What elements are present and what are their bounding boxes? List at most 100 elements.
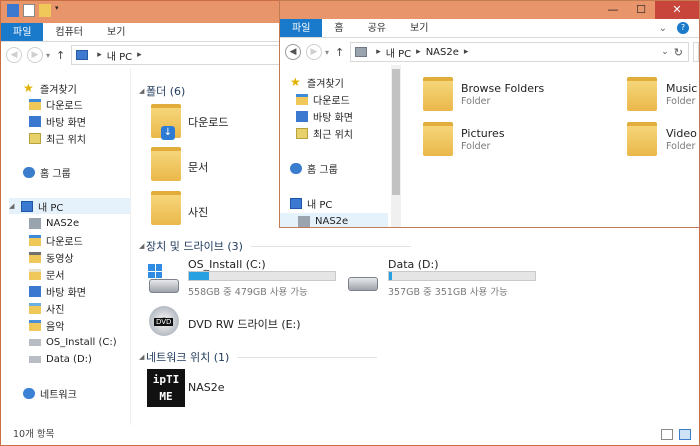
up-button[interactable]: ↑ (335, 46, 344, 59)
nav-label: 즐겨찾기 (307, 78, 344, 90)
nav-nas2e[interactable]: NAS2e (29, 215, 79, 231)
pc-icon (76, 50, 89, 60)
nav-network[interactable]: 네트워크 (23, 385, 77, 401)
tab-file[interactable]: 파일 (1, 23, 44, 41)
nav-pictures[interactable]: 사진 (29, 300, 64, 316)
tab-file[interactable]: 파일 (280, 19, 323, 37)
item-name[interactable]: Video (666, 127, 697, 140)
refresh-icon[interactable]: ↻ (674, 46, 688, 59)
nav-desktop-pc[interactable]: 바탕 화면 (29, 283, 86, 299)
maximize-button[interactable]: ☐ (627, 1, 655, 19)
chevron-down-icon: ◢ (139, 242, 145, 250)
nav-label: 내 PC (307, 199, 333, 211)
downloads-folder-icon (29, 234, 41, 246)
drive-name[interactable]: OS_Install (C:) (188, 258, 266, 271)
dvd-drive-label[interactable]: DVD RW 드라이브 (E:) (188, 316, 301, 332)
folder-label[interactable]: 사진 (188, 204, 208, 220)
drive-detail: 558GB 중 479GB 사용 가능 (188, 287, 308, 298)
nav-desktop[interactable]: 바탕 화면 (296, 108, 353, 124)
ribbon-tabs: 파일 홈 공유 보기 ⌄ ? (280, 19, 699, 38)
tab-view[interactable]: 보기 (398, 19, 440, 37)
forward-button[interactable]: ▶ (27, 47, 43, 63)
iptime-logo-icon[interactable]: ipTI ME (147, 369, 185, 407)
address-bar[interactable]: ▸ 내 PC ▸ NAS2e ▸ ⌄ ↻ (350, 42, 689, 62)
folder-icon[interactable] (423, 77, 453, 111)
nav-downloads[interactable]: 다운로드 (296, 91, 350, 107)
item-name[interactable]: Browse Folders (461, 82, 544, 95)
item-name[interactable]: Pictures (461, 127, 505, 140)
up-button[interactable]: ↑ (56, 49, 65, 62)
nav-favorites[interactable]: ★ 즐겨찾기 (23, 80, 77, 96)
nav-homegroup[interactable]: 홈 그룹 (290, 160, 338, 176)
nav-downloads[interactable]: 다운로드 (29, 96, 83, 112)
nav-drive-c[interactable]: OS_Install (C:) (29, 334, 117, 350)
recent-locations-icon[interactable]: ▾ (325, 48, 329, 57)
address-segment[interactable]: 내 PC (386, 45, 411, 60)
details-view-icon[interactable] (661, 429, 673, 440)
address-bar[interactable]: ▸ 내 PC ▸ (71, 45, 299, 65)
back-button[interactable]: ◀ (6, 47, 22, 63)
folder-label[interactable]: 다운로드 (188, 114, 228, 130)
nav-homegroup[interactable]: 홈 그룹 (23, 164, 71, 180)
nav-this-pc[interactable]: ◢ 내 PC (9, 198, 130, 214)
help-icon[interactable]: ? (677, 22, 689, 34)
downloads-folder-icon[interactable]: ↓ (151, 104, 181, 140)
nav-recent[interactable]: 최근 위치 (29, 130, 86, 146)
tab-view[interactable]: 보기 (95, 23, 137, 41)
drive-usage-bar (188, 271, 336, 281)
drive-name[interactable]: Data (D:) (388, 258, 439, 271)
folders-section-header[interactable]: ◢ 폴더 (6) (139, 83, 185, 99)
folder-icon[interactable] (627, 122, 657, 156)
nav-this-pc[interactable]: 내 PC (290, 195, 332, 211)
item-name[interactable]: Music (666, 82, 697, 95)
dvd-drive-icon[interactable]: DVD (149, 306, 179, 336)
large-icons-view-icon[interactable] (679, 429, 691, 440)
nav-nas2e[interactable]: NAS2e (280, 213, 388, 227)
devices-section-header[interactable]: ◢ 장치 및 드라이브 (3) (139, 238, 411, 254)
nav-videos[interactable]: 동영상 (29, 249, 74, 265)
nav-recent[interactable]: 최근 위치 (296, 125, 353, 141)
scrollbar-thumb[interactable] (392, 69, 400, 195)
tab-computer[interactable]: 컴퓨터 (43, 23, 95, 41)
section-title: 네트워크 위치 (1) (146, 351, 230, 364)
tab-share[interactable]: 공유 (356, 19, 398, 37)
ribbon-controls: ⌄ ? (659, 19, 699, 37)
item-type: Folder (666, 141, 696, 152)
nav-label: 사진 (46, 304, 65, 316)
nav-downloads-pc[interactable]: 다운로드 (29, 232, 83, 248)
expand-ribbon-icon[interactable]: ⌄ (659, 23, 667, 34)
documents-folder-icon[interactable] (151, 147, 181, 181)
close-button[interactable]: ✕ (655, 1, 699, 19)
nav-scrollbar[interactable] (391, 65, 401, 227)
chevron-down-icon[interactable]: ◢ (9, 202, 16, 210)
nav-label: 다운로드 (46, 236, 83, 248)
folder-label[interactable]: 문서 (188, 159, 208, 175)
pictures-folder-icon[interactable] (151, 191, 181, 225)
network-drive-icon (29, 217, 41, 229)
nav-desktop[interactable]: 바탕 화면 (29, 113, 86, 129)
minimize-button[interactable]: — (599, 1, 627, 19)
dropdown-icon[interactable]: ⌄ (661, 47, 674, 57)
folder-icon[interactable] (423, 122, 453, 156)
downloads-folder-icon (29, 98, 41, 110)
drive-c-icon[interactable] (149, 279, 179, 293)
address-segment[interactable]: NAS2e (426, 47, 459, 58)
chevron-right-icon: ▸ (416, 47, 421, 57)
back-button[interactable]: ◀ (285, 44, 301, 60)
search-box[interactable] (693, 42, 699, 62)
network-item-label[interactable]: NAS2e (188, 381, 225, 394)
folder-icon[interactable] (627, 77, 657, 111)
title-bar[interactable]: — ☐ ✕ (280, 1, 699, 19)
network-section-header[interactable]: ◢ 네트워크 위치 (1) (139, 349, 378, 365)
nav-music[interactable]: 음악 (29, 317, 64, 333)
drive-detail: 357GB 중 351GB 사용 가능 (388, 287, 508, 298)
address-segment[interactable]: 내 PC (107, 48, 132, 63)
drive-d-icon[interactable] (348, 277, 378, 291)
chevron-right-icon: ▸ (463, 47, 469, 57)
nav-favorites[interactable]: ★ 즐겨찾기 (290, 74, 344, 90)
tab-home[interactable]: 홈 (322, 19, 355, 37)
recent-locations-icon[interactable]: ▾ (46, 51, 50, 60)
nav-documents[interactable]: 문서 (29, 266, 64, 282)
nav-drive-d[interactable]: Data (D:) (29, 351, 92, 367)
forward-button[interactable]: ▶ (306, 44, 322, 60)
